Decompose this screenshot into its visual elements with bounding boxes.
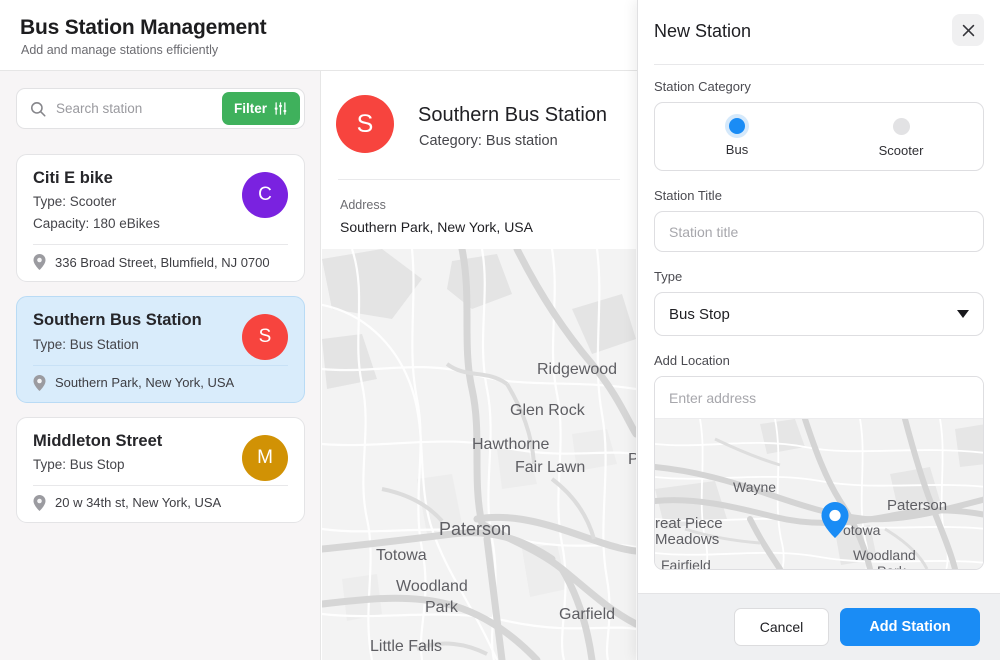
page-title: Bus Station Management: [20, 16, 267, 39]
detail-header: S Southern Bus Station Category: Bus sta…: [322, 71, 636, 179]
station-card-address: 336 Broad Street, Blumfield, NJ 0700: [55, 254, 270, 270]
station-type-select[interactable]: Bus Stop: [654, 292, 984, 336]
new-station-footer: Cancel Add Station: [638, 593, 1000, 660]
search-bar: Filter: [16, 88, 305, 129]
station-card-list: Citi E bike Type: Scooter Capacity: 180 eB…: [16, 154, 305, 537]
station-card-address-row: 20 w 34th st, New York, USA: [17, 486, 304, 522]
filter-button[interactable]: Filter: [221, 92, 300, 125]
radio-bus-label: Bus: [725, 142, 749, 157]
station-card[interactable]: Citi E bike Type: Scooter Capacity: 180 eB…: [16, 154, 305, 283]
add-station-button[interactable]: Add Station: [840, 608, 980, 646]
radio-option-scooter[interactable]: Scooter: [819, 116, 983, 158]
detail-station-category: Category: Bus station: [419, 133, 558, 149]
address-input[interactable]: [655, 377, 983, 419]
add-location-label: Add Location: [654, 353, 730, 368]
avatar: S: [336, 95, 394, 153]
new-station-header: New Station: [638, 0, 1000, 64]
detail-address-label: Address: [340, 198, 386, 212]
search-input[interactable]: [56, 101, 222, 116]
mini-map-graphics: [655, 419, 983, 569]
detail-station-name: Southern Bus Station: [418, 104, 608, 126]
radio-scooter-label: Scooter: [878, 142, 924, 158]
map-graphics: [322, 249, 636, 660]
location-pin-icon: [33, 374, 46, 391]
station-detail-panel: S Southern Bus Station Category: Bus sta…: [322, 71, 636, 660]
tune-sliders-icon: [274, 102, 287, 115]
new-station-form: Station Category Bus Scooter Station Tit…: [638, 65, 1000, 570]
station-category-group: Bus Scooter: [654, 102, 984, 171]
station-location-map[interactable]: Ridgewood Glen Rock Hawthorne Fair Lawn P Pat…: [322, 249, 636, 660]
location-pin-icon: [33, 254, 46, 271]
station-card[interactable]: Southern Bus Station Type: Bus Station Sou…: [16, 296, 305, 403]
station-card[interactable]: Middleton Street Type: Bus Stop 20 w 34th …: [16, 416, 305, 523]
avatar: C: [242, 172, 288, 218]
avatar: S: [242, 314, 288, 361]
station-type-value: Bus Stop: [669, 305, 730, 323]
station-card-address: 20 w 34th st, New York, USA: [55, 495, 222, 511]
station-title-label: Station Title: [654, 188, 722, 203]
close-icon: [962, 24, 974, 36]
app-root: Bus Station Management Add and manage st…: [0, 0, 1000, 660]
map-pin-icon: [821, 502, 849, 538]
filter-button-label: Filter: [233, 101, 267, 116]
page-subtitle: Add and manage stations efficiently: [21, 43, 219, 57]
location-preview-map[interactable]: Wayne Paterson reat Piece Meadows otowa Woodl…: [655, 419, 983, 569]
detail-address-block: Address Southern Park, New York, USA: [322, 180, 636, 249]
station-card-address: Southern Park, New York, USA: [55, 375, 235, 390]
location-picker: WaynePatersonreat PieceMeadowsotowaWoodl…: [654, 376, 984, 570]
station-type-label: Type: [654, 269, 683, 284]
station-card-address-row: Southern Park, New York, USA: [17, 366, 304, 402]
search-icon: [30, 101, 46, 117]
chevron-down-icon: [957, 310, 969, 318]
cancel-button[interactable]: Cancel: [734, 608, 829, 646]
new-station-panel: New Station Station Category Bus Scooter: [637, 0, 1000, 660]
radio-option-bus[interactable]: Bus: [655, 116, 819, 157]
avatar: M: [242, 434, 288, 481]
new-station-title: New Station: [654, 21, 752, 41]
location-pin-icon: [33, 494, 46, 511]
radio-scooter-indicator[interactable]: [892, 117, 910, 135]
station-title-input[interactable]: [654, 211, 984, 252]
station-list-panel: Filter Citi E bikeType: ScooterCapacity:…: [0, 71, 321, 660]
radio-bus-indicator[interactable]: [729, 118, 745, 134]
station-card-address-row: 336 Broad Street, Blumfield, NJ 0700: [17, 245, 304, 281]
close-panel-button[interactable]: [952, 14, 984, 46]
detail-address-value: Southern Park, New York, USA: [340, 219, 533, 235]
station-category-label: Station Category: [654, 79, 751, 94]
station-card-capacity: Capacity: 180 eBikes: [33, 216, 160, 232]
